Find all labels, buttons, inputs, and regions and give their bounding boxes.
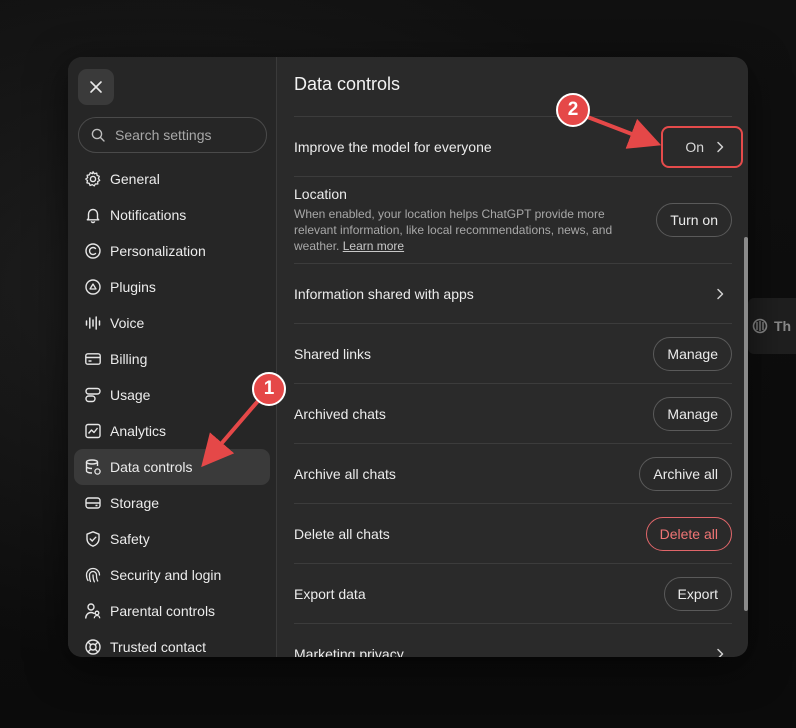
info-shared-label: Information shared with apps (294, 285, 474, 302)
export-label: Export data (294, 585, 366, 602)
settings-sidebar: General Notifications Personalization Pl… (68, 57, 277, 657)
fingerprint-icon (85, 567, 101, 583)
location-label: Location (294, 186, 347, 202)
sidebar-item-voice[interactable]: Voice (74, 305, 270, 341)
archive-all-button[interactable]: Archive all (639, 456, 732, 491)
chevron-right-icon[interactable] (712, 646, 728, 658)
setting-row-info-shared[interactable]: Information shared with apps (294, 263, 732, 323)
sidebar-item-data-controls[interactable]: Data controls (74, 449, 270, 485)
marketing-label: Marketing privacy (294, 645, 404, 658)
background-chip-icon (752, 318, 768, 334)
shared-links-label: Shared links (294, 345, 372, 362)
sidebar-item-personalization[interactable]: Personalization (74, 233, 270, 269)
sidebar-item-billing[interactable]: Billing (74, 341, 270, 377)
sidebar-item-label: Plugins (110, 279, 156, 295)
sidebar-item-analytics[interactable]: Analytics (74, 413, 270, 449)
page-title: Data controls (294, 74, 401, 94)
bell-icon (86, 208, 100, 224)
archived-chats-label: Archived chats (294, 405, 386, 422)
sidebar-item-security-login[interactable]: Security and login (74, 557, 270, 593)
sidebar-item-usage[interactable]: Usage (74, 377, 270, 413)
sidebar-item-label: Safety (110, 531, 150, 547)
close-icon (90, 81, 102, 93)
annotation-badge-2: 2 (556, 93, 590, 127)
archive-all-label: Archive all chats (294, 465, 396, 482)
sidebar-item-notifications[interactable]: Notifications (74, 197, 270, 233)
search-settings[interactable] (78, 117, 267, 153)
sidebar-item-label: Security and login (110, 567, 222, 583)
annotation-badge-1: 1 (252, 372, 286, 406)
sidebar-item-parental-controls[interactable]: Parental controls (74, 593, 270, 629)
settings-list: Improve the model for everyone On Locati… (294, 116, 732, 657)
plugin-icon (85, 279, 101, 295)
sidebar-item-general[interactable]: General (74, 161, 270, 197)
setting-row-export: Export data Export (294, 563, 732, 623)
turn-on-location-button[interactable]: Turn on (656, 203, 732, 237)
setting-row-location: Location When enabled, your location hel… (294, 176, 732, 263)
sidebar-item-label: Voice (110, 315, 145, 331)
setting-row-marketing[interactable]: Marketing privacy (294, 623, 732, 657)
usage-icon (85, 387, 101, 403)
sidebar-item-label: Trusted contact (110, 639, 206, 655)
scrollbar[interactable] (744, 237, 748, 611)
export-button[interactable]: Export (663, 576, 732, 611)
lifebuoy-icon (85, 639, 101, 655)
credit-card-icon (85, 353, 101, 365)
location-text: Location When enabled, your location hel… (294, 186, 624, 254)
setting-row-archive-all: Archive all chats Archive all (294, 443, 732, 503)
manage-archived-chats-button[interactable]: Manage (653, 396, 732, 431)
close-button[interactable] (78, 69, 114, 105)
waveform-icon (85, 316, 101, 330)
annotation-highlight-box (661, 126, 743, 168)
sidebar-item-trusted-contact[interactable]: Trusted contact (74, 629, 270, 657)
sidebar-item-plugins[interactable]: Plugins (74, 269, 270, 305)
background-chip: Th (748, 298, 796, 354)
sidebar-item-label: Personalization (110, 243, 206, 259)
learn-more-link[interactable]: Learn more (343, 239, 404, 253)
gear-icon (85, 171, 101, 187)
settings-nav: General Notifications Personalization Pl… (74, 161, 270, 657)
settings-modal: General Notifications Personalization Pl… (68, 57, 748, 657)
location-description-text: When enabled, your location helps ChatGP… (294, 207, 613, 253)
location-description: When enabled, your location helps ChatGP… (294, 206, 624, 254)
database-icon (85, 459, 101, 475)
chevron-right-icon[interactable] (712, 286, 728, 302)
background-chip-text: Th (774, 318, 792, 334)
sidebar-item-label: Analytics (110, 423, 167, 439)
sidebar-item-label: General (110, 171, 160, 187)
sidebar-item-label: Notifications (110, 207, 187, 223)
chart-icon (85, 423, 101, 439)
personalization-icon (85, 243, 101, 259)
sidebar-item-label: Usage (110, 387, 151, 403)
manage-shared-links-button[interactable]: Manage (653, 336, 732, 371)
improve-model-label: Improve the model for everyone (294, 138, 492, 155)
sidebar-item-label: Billing (110, 351, 148, 367)
setting-row-delete-all: Delete all chats Delete all (294, 503, 732, 563)
sidebar-item-storage[interactable]: Storage (74, 485, 270, 521)
delete-all-button[interactable]: Delete all (645, 516, 732, 551)
delete-all-label: Delete all chats (294, 525, 390, 542)
sidebar-item-label: Data controls (110, 459, 193, 475)
sidebar-item-label: Storage (110, 495, 160, 511)
drive-icon (85, 497, 101, 509)
parent-icon (85, 603, 101, 619)
search-icon (91, 128, 105, 142)
sidebar-item-safety[interactable]: Safety (74, 521, 270, 557)
setting-row-shared-links: Shared links Manage (294, 323, 732, 383)
shield-icon (86, 531, 100, 547)
search-input[interactable] (113, 126, 257, 144)
sidebar-item-label: Parental controls (110, 603, 216, 619)
setting-row-archived-chats: Archived chats Manage (294, 383, 732, 443)
